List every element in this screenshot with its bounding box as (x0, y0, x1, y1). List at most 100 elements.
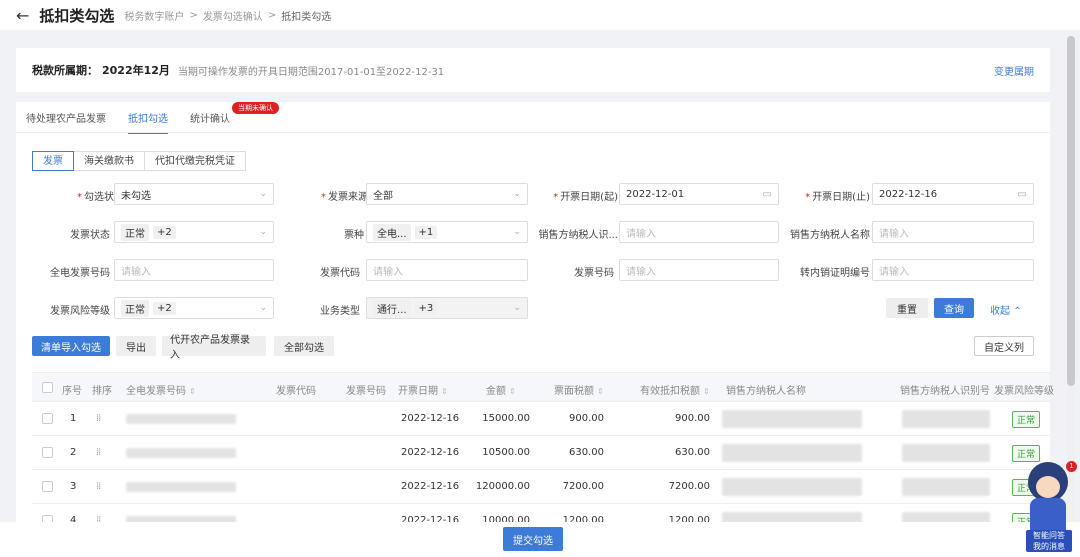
breadcrumb-separator: > (189, 9, 198, 21)
chevron-down-icon: ⌄ (513, 227, 521, 237)
ticket-type-chip: 全电... (373, 223, 411, 241)
breadcrumb-item-1[interactable]: 税务数字账户 (124, 8, 184, 23)
date-end-label: * 开票日期(止) (780, 188, 870, 203)
tab-stat-confirm[interactable]: 统计确认 当期未确认 (190, 102, 279, 134)
period-label: 税款所属期： (32, 64, 98, 77)
chevron-down-icon: ⌄ (259, 303, 267, 313)
risk-level-select[interactable]: 正常 +2 ⌄ (114, 297, 274, 319)
custom-columns-button[interactable]: 自定义列 (974, 336, 1034, 356)
date-end-label-text: 开票日期(止) (812, 192, 870, 203)
row-checkbox[interactable] (42, 447, 53, 458)
th-sort: 排序 (92, 386, 112, 397)
status-badge: 正常 (1012, 445, 1041, 462)
th-amount[interactable]: 金额 ⇕ (486, 382, 516, 397)
table-row[interactable]: 1 ⁞⁞ 2022-12-16 15000.00 900.00 900.00 正… (32, 402, 1050, 436)
period-value: 2022年12月 (102, 64, 170, 77)
subtab-customs[interactable]: 海关缴款书 (73, 151, 145, 171)
redacted-seller-name (722, 444, 862, 462)
assistant-widget[interactable]: 1 智能问答 我的消息 (1022, 461, 1077, 552)
calendar-icon: ▭ (1017, 188, 1027, 200)
collapse-link[interactable]: 收起 ⌃ (990, 302, 1022, 317)
tab-stat-confirm-label: 统计确认 (190, 114, 230, 125)
th-invoice-code: 发票代码 (276, 386, 316, 397)
date-start-label-text: 开票日期(起) (560, 192, 618, 203)
th-valid-tax[interactable]: 有效抵扣税额 ⇕ (640, 382, 710, 397)
select-all-button[interactable]: 全部勾选 (274, 336, 334, 356)
subtab-invoice[interactable]: 发票 (32, 151, 74, 171)
row-checkbox[interactable] (42, 413, 53, 424)
th-date[interactable]: 开票日期 ⇕ (398, 382, 448, 397)
submit-select-button[interactable]: 提交勾选 (503, 527, 563, 551)
invoice-source-label-text: 发票来源 (328, 192, 368, 203)
row-amount: 10500.00 (482, 447, 530, 458)
invoice-status-select[interactable]: 正常 +2 ⌄ (114, 221, 274, 243)
th-tax[interactable]: 票面税额 ⇕ (554, 382, 604, 397)
drag-handle-icon[interactable]: ⁞⁞ (96, 481, 101, 492)
row-no: 1 (70, 413, 77, 424)
table-row[interactable]: 3 ⁞⁞ 2022-12-16 120000.00 7200.00 7200.0… (32, 470, 1050, 504)
chevron-down-icon: ⌄ (259, 227, 267, 237)
redacted-seller-tax-id (902, 478, 990, 496)
transfer-no-input[interactable]: 请输入 (872, 259, 1034, 281)
agri-entry-button[interactable]: 代开农产品发票录入 (162, 335, 266, 361)
import-select-button[interactable]: 清单导入勾选 (32, 336, 110, 356)
table-header: 序号 排序 全电发票号码 ⇕ 发票代码 发票号码 开票日期 ⇕ 金额 ⇕ 票面税额 ⇕ … (32, 372, 1054, 402)
drag-handle-icon[interactable]: ⁞⁞ (96, 413, 101, 424)
select-all-checkbox[interactable] (42, 382, 53, 393)
assistant-body (1030, 498, 1066, 532)
top-bar: ← 抵扣类勾选 税务数字账户 > 发票勾选确认 > 抵扣类勾选 (0, 0, 1080, 30)
select-status-select[interactable]: 未勾选 ⌄ (114, 183, 274, 205)
row-valid-tax: 630.00 (675, 447, 710, 458)
reset-button[interactable]: 重置 (886, 298, 928, 318)
query-button[interactable]: 查询 (934, 298, 974, 318)
date-end-input[interactable]: 2022-12-16 ▭ (872, 183, 1034, 205)
invoice-code-input[interactable]: 请输入 (366, 259, 528, 281)
required-mark: * (553, 192, 559, 203)
back-arrow-icon[interactable]: ← (16, 6, 29, 25)
invoice-source-select[interactable]: 全部 ⌄ (366, 183, 528, 205)
row-date: 2022-12-16 (401, 447, 460, 458)
period-note: 当期可操作发票的开具日期范围2017-01-01至2022-12-31 (177, 66, 445, 78)
tab-bar: 待处理农产品发票 抵扣勾选 统计确认 当期未确认 (26, 102, 279, 134)
ticket-type-more: +1 (414, 225, 438, 239)
th-full-invoice-no-label: 全电发票号码 (126, 386, 186, 397)
calendar-icon: ▭ (762, 188, 772, 200)
scrollbar-thumb[interactable] (1067, 36, 1075, 386)
date-start-input[interactable]: 2022-12-01 ▭ (619, 183, 779, 205)
biz-type-select[interactable]: 通行... +3 ⌄ (366, 297, 528, 319)
chevron-up-icon: ⌃ (1013, 306, 1022, 317)
assistant-label-line2: 我的消息 (1033, 542, 1065, 551)
ticket-type-label: 票种 (344, 230, 364, 241)
change-period-link[interactable]: 变更属期 (994, 63, 1034, 78)
subtab-withholding[interactable]: 代扣代缴完税凭证 (144, 151, 246, 171)
redacted-seller-tax-id (902, 444, 990, 462)
risk-level-chip: 正常 (121, 299, 149, 317)
unconfirmed-badge: 当期未确认 (232, 102, 279, 114)
required-mark: * (805, 192, 811, 203)
tab-pending-agri[interactable]: 待处理农产品发票 (26, 110, 106, 134)
th-full-invoice-no[interactable]: 全电发票号码 ⇕ (126, 382, 196, 397)
invoice-code-label: 发票代码 (320, 268, 360, 279)
full-invoice-no-input[interactable]: 请输入 (114, 259, 274, 281)
risk-level-label: 发票风险等级 (50, 306, 110, 317)
row-no: 2 (70, 447, 77, 458)
seller-tax-id-input[interactable]: 请输入 (619, 221, 779, 243)
seller-name-input[interactable]: 请输入 (872, 221, 1034, 243)
table-row[interactable]: 2 ⁞⁞ 2022-12-16 10500.00 630.00 630.00 正… (32, 436, 1050, 470)
chevron-down-icon: ⌄ (513, 303, 521, 313)
page-scrollbar[interactable] (1067, 36, 1075, 526)
ticket-type-select[interactable]: 全电... +1 ⌄ (366, 221, 528, 243)
breadcrumb-separator: > (267, 9, 277, 21)
th-date-label: 开票日期 (398, 386, 438, 397)
tab-deduction-select[interactable]: 抵扣勾选 (128, 110, 168, 134)
row-tax: 7200.00 (562, 481, 604, 492)
invoice-source-value: 全部 (373, 190, 393, 202)
select-status-label: * 勾选状态 (34, 188, 124, 203)
breadcrumb-item-2[interactable]: 发票勾选确认 (203, 8, 263, 23)
invoice-no-input[interactable]: 请输入 (619, 259, 779, 281)
tax-period-bar: 税款所属期： 2022年12月 当期可操作发票的开具日期范围2017-01-01… (16, 48, 1050, 92)
drag-handle-icon[interactable]: ⁞⁞ (96, 447, 101, 458)
row-date: 2022-12-16 (401, 481, 460, 492)
export-button[interactable]: 导出 (116, 336, 156, 356)
row-checkbox[interactable] (42, 481, 53, 492)
